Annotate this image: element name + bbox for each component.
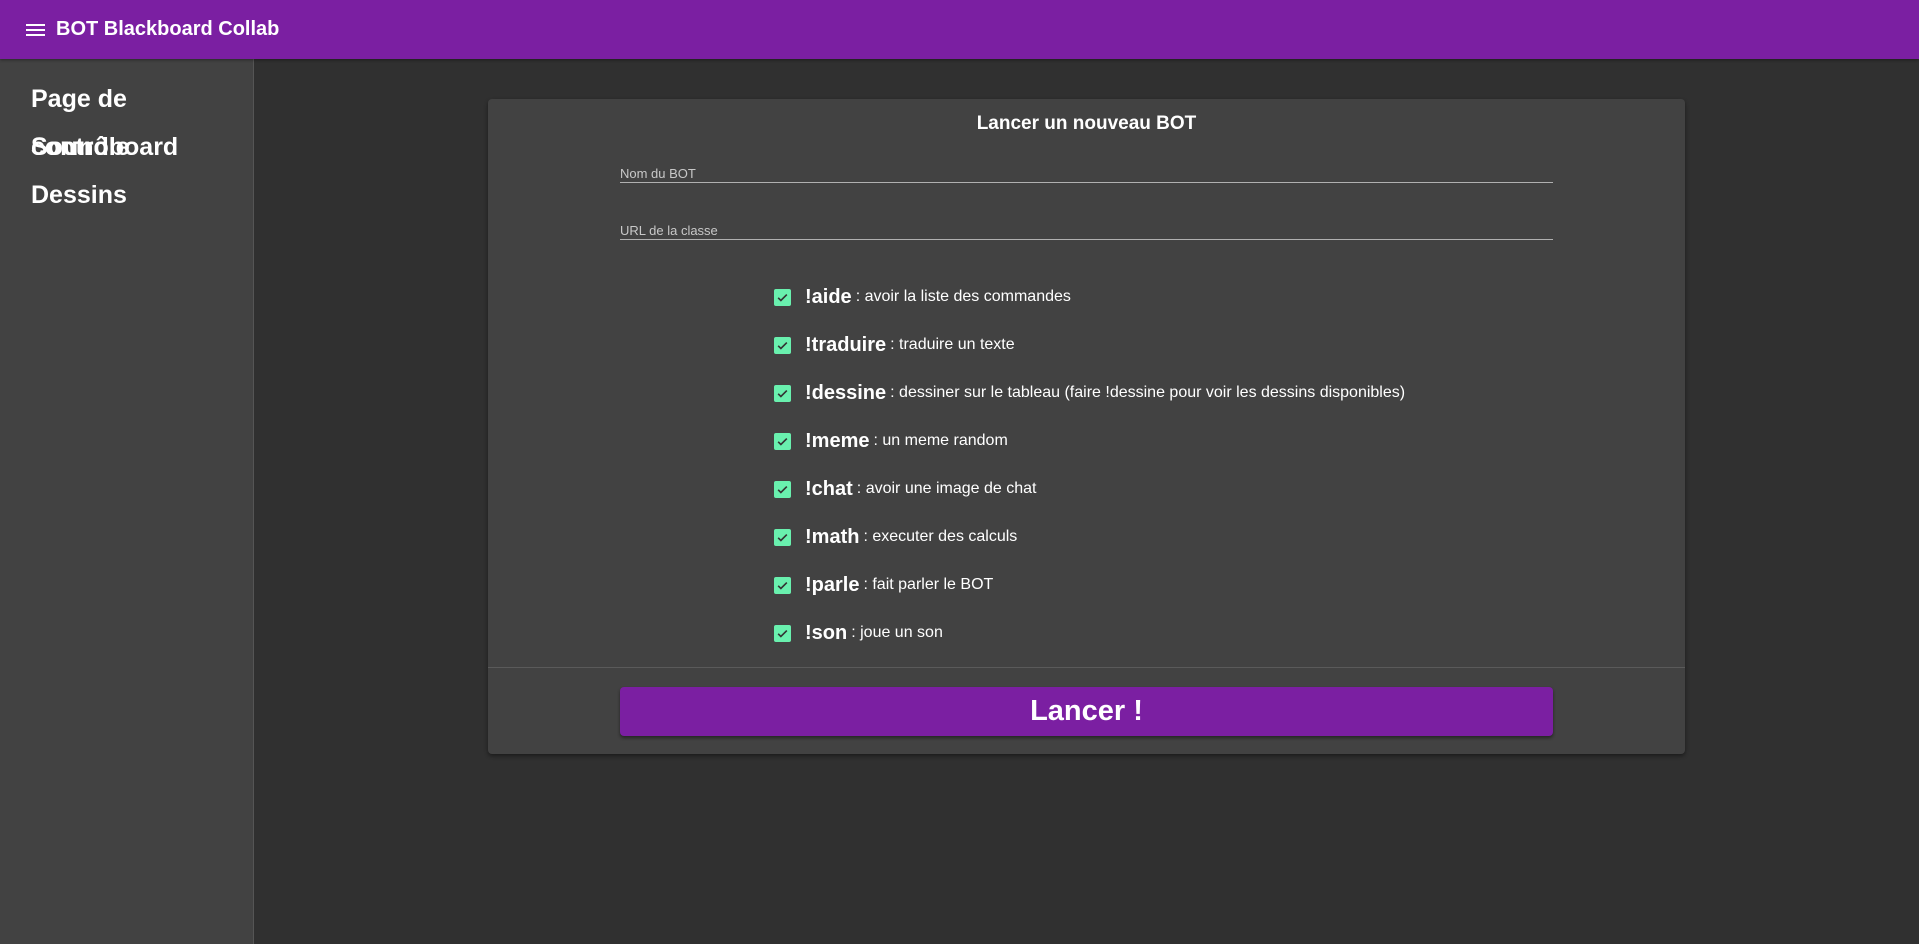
check-icon — [777, 485, 788, 494]
class-url-field — [620, 210, 1553, 240]
command-checkbox-dessine[interactable] — [774, 384, 791, 402]
sidebar-item-page-de-controle[interactable]: Page de contrôle — [0, 75, 253, 161]
check-icon — [777, 581, 788, 590]
command-description: : avoir une image de chat — [856, 480, 1037, 497]
check-icon — [777, 389, 788, 398]
command-name: !traduire — [805, 333, 887, 356]
command-checkbox-traduire[interactable] — [774, 336, 791, 354]
sidebar-item-soundboard[interactable]: Soundboard — [0, 123, 253, 171]
command-checkbox-aide[interactable] — [774, 288, 791, 306]
command-checkbox-son[interactable] — [774, 624, 791, 642]
command-name: !math — [805, 525, 860, 548]
check-icon — [777, 533, 788, 542]
bot-name-field — [620, 153, 1553, 183]
sidebar: Page de contrôle Soundboard Dessins — [0, 59, 254, 944]
card-title: Lancer un nouveau BOT — [976, 113, 1197, 134]
check-icon — [777, 293, 788, 302]
command-item: !aide : avoir la liste des commandes — [774, 273, 1405, 321]
command-list: !aide : avoir la liste des commandes !tr… — [774, 273, 1405, 657]
command-name: !chat — [805, 477, 853, 500]
check-icon — [777, 341, 788, 350]
sidebar-item-dessins[interactable]: Dessins — [0, 171, 253, 219]
menu-icon[interactable] — [26, 22, 46, 38]
command-name: !parle — [805, 573, 860, 596]
command-item: !meme : un meme random — [774, 417, 1405, 465]
command-item: !traduire : traduire un texte — [774, 321, 1405, 369]
command-checkbox-math[interactable] — [774, 528, 791, 546]
command-name: !aide — [805, 285, 852, 308]
command-checkbox-parle[interactable] — [774, 576, 791, 594]
new-bot-card: Lancer un nouveau BOT !aide : avoir la l… — [488, 99, 1685, 754]
command-description: : avoir la liste des commandes — [855, 288, 1071, 305]
main-content: Lancer un nouveau BOT !aide : avoir la l… — [254, 59, 1919, 944]
command-checkbox-meme[interactable] — [774, 432, 791, 450]
launch-button[interactable]: Lancer ! — [620, 687, 1553, 736]
command-item: !dessine : dessiner sur le tableau (fair… — [774, 369, 1405, 417]
command-checkbox-chat[interactable] — [774, 480, 791, 498]
command-name: !son — [805, 621, 848, 644]
command-name: !meme — [805, 429, 870, 452]
app-root: BOT Blackboard Collab Page de contrôle S… — [0, 0, 1919, 944]
check-icon — [777, 629, 788, 638]
bot-name-input[interactable] — [620, 153, 1553, 182]
check-icon — [777, 437, 788, 446]
command-description: : joue un son — [851, 624, 943, 641]
command-item: !parle : fait parler le BOT — [774, 561, 1405, 609]
app-title: BOT Blackboard Collab — [56, 18, 280, 40]
command-item: !chat : avoir une image de chat — [774, 465, 1405, 513]
command-description: : fait parler le BOT — [863, 576, 994, 593]
command-item: !math : executer des calculs — [774, 513, 1405, 561]
command-description: : executer des calculs — [863, 528, 1018, 545]
command-description: : dessiner sur le tableau (faire !dessin… — [890, 384, 1406, 401]
command-item: !son : joue un son — [774, 609, 1405, 657]
command-name: !dessine — [805, 381, 887, 404]
class-url-input[interactable] — [620, 210, 1553, 239]
top-toolbar: BOT Blackboard Collab — [0, 0, 1919, 59]
command-description: : un meme random — [873, 432, 1008, 449]
card-divider — [488, 667, 1685, 668]
command-description: : traduire un texte — [890, 336, 1015, 353]
